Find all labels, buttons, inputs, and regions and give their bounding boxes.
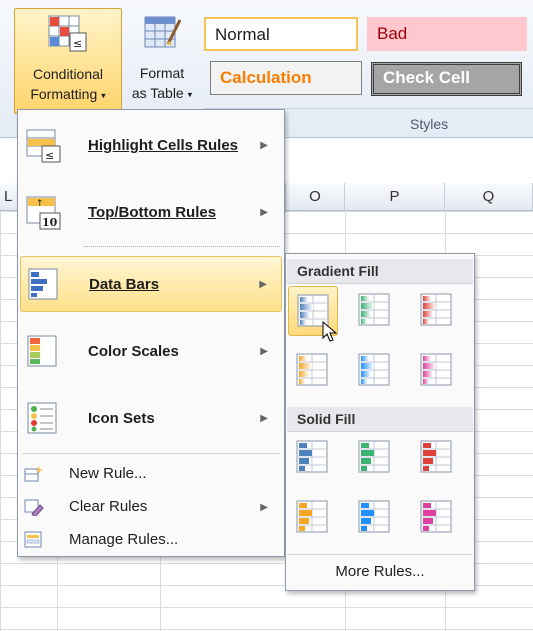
column-header-partial[interactable]: L <box>0 183 18 211</box>
format-as-table-label-2: as Table ▾ <box>124 83 200 104</box>
format-as-table-button[interactable]: Format as Table ▾ <box>124 8 200 112</box>
menu-item-label: New Rule... <box>69 465 147 482</box>
menu-item-label: Highlight Cells Rules <box>88 137 239 154</box>
new-rule-icon <box>24 465 44 487</box>
submenu-arrow-icon: ▶ <box>260 207 268 218</box>
menu-item-label: Top/Bottom Rules <box>88 204 217 221</box>
mouse-pointer-icon <box>322 320 338 346</box>
column-header-q[interactable]: Q <box>445 183 533 211</box>
gradient-fill-header: Gradient Fill <box>287 259 473 284</box>
solid-fill-orange-data-bar[interactable] <box>288 493 338 543</box>
conditional-formatting-icon: ≤ <box>15 15 121 58</box>
menu-item-label: Icon Sets <box>88 410 155 427</box>
svg-text:10: 10 <box>42 216 58 229</box>
menu-separator <box>84 246 280 247</box>
solid-fill-purple-data-bar[interactable] <box>412 493 462 543</box>
menu-item-label: Manage Rules... <box>69 531 179 548</box>
submenu-arrow-icon: ▶ <box>260 413 268 424</box>
top-bottom-icon: ↑ 10 <box>26 195 62 235</box>
conditional-formatting-menu: ≤ Highlight Cells Rules ▶ ↑ 10 Top/Botto… <box>17 109 285 557</box>
submenu-arrow-icon: ▶ <box>260 502 268 513</box>
submenu-arrow-icon: ▶ <box>260 346 268 357</box>
dropdown-arrow-icon: ▾ <box>187 89 193 100</box>
column-header-o[interactable]: O <box>285 183 345 211</box>
style-check-cell[interactable]: Check Cell <box>371 62 522 96</box>
menu-item-clear-rules[interactable]: Clear Rules ▶ <box>20 493 282 521</box>
gradient-fill-orange-data-bar[interactable] <box>288 346 338 396</box>
menu-item-highlight-cells-rules[interactable]: ≤ Highlight Cells Rules ▶ <box>20 118 282 174</box>
data-bars-submenu: Gradient Fill Solid Fill More Rules... <box>285 253 475 591</box>
gradient-fill-green-data-bar[interactable] <box>350 286 400 336</box>
submenu-arrow-icon: ▶ <box>259 279 267 290</box>
menu-item-top-bottom-rules[interactable]: ↑ 10 Top/Bottom Rules ▶ <box>20 185 282 241</box>
style-bad[interactable]: Bad <box>367 17 527 51</box>
menu-item-manage-rules[interactable]: Manage Rules... <box>20 526 282 554</box>
clear-rules-icon <box>24 498 44 520</box>
more-rules-label: More Rules... <box>335 563 425 580</box>
svg-text:≤: ≤ <box>73 37 82 50</box>
solid-fill-green-data-bar[interactable] <box>350 433 400 483</box>
style-calculation[interactable]: Calculation <box>210 61 362 95</box>
gradient-fill-purple-data-bar[interactable] <box>412 346 462 396</box>
color-scales-icon <box>26 334 62 374</box>
menu-item-color-scales[interactable]: Color Scales ▶ <box>20 324 282 380</box>
solid-fill-header: Solid Fill <box>287 407 473 432</box>
menu-item-label: Color Scales <box>88 343 179 360</box>
gradient-fill-red-data-bar[interactable] <box>412 286 462 336</box>
dropdown-arrow-icon: ▾ <box>101 90 106 101</box>
conditional-formatting-label-1: Conditional <box>32 66 104 82</box>
style-normal[interactable]: Normal <box>204 17 358 51</box>
menu-item-new-rule[interactable]: New Rule... <box>20 460 282 488</box>
conditional-formatting-label-2-text: Formatting <box>30 86 98 102</box>
solid-fill-light-blue-data-bar[interactable] <box>350 493 400 543</box>
conditional-formatting-label-2: Formatting ▾ <box>15 84 121 105</box>
svg-text:↑: ↑ <box>36 199 44 209</box>
gradient-fill-light-blue-data-bar[interactable] <box>350 346 400 396</box>
menu-item-label: Data Bars <box>89 276 160 293</box>
solid-fill-blue-data-bar[interactable] <box>288 433 338 483</box>
format-as-table-label-2-text: as Table <box>131 85 184 101</box>
submenu-arrow-icon: ▶ <box>260 140 268 151</box>
styles-group-label: Styles <box>410 116 449 132</box>
conditional-formatting-button[interactable]: ≤ Conditional Formatting ▾ <box>14 8 122 114</box>
data-bars-icon <box>27 267 63 307</box>
format-as-table-icon <box>124 14 200 57</box>
svg-text:≤: ≤ <box>45 149 54 162</box>
menu-separator <box>22 453 280 454</box>
menu-item-icon-sets[interactable]: Icon Sets ▶ <box>20 391 282 447</box>
format-as-table-label-1: Format <box>139 65 185 81</box>
manage-rules-icon <box>24 531 44 553</box>
more-rules-button[interactable]: More Rules... <box>287 554 473 589</box>
menu-item-label: Clear Rules <box>69 498 148 515</box>
highlight-cells-icon: ≤ <box>26 128 62 168</box>
icon-sets-icon <box>26 401 62 441</box>
column-header-p[interactable]: P <box>345 183 445 211</box>
solid-fill-red-data-bar[interactable] <box>412 433 462 483</box>
menu-item-data-bars[interactable]: Data Bars ▶ <box>20 256 282 312</box>
